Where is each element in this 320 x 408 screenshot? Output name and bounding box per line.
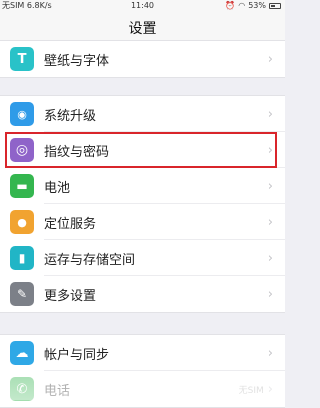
storage-icon: ▮ (10, 246, 34, 270)
chevron-right-icon: › (267, 214, 273, 230)
chevron-right-icon: › (267, 286, 273, 302)
settings-item-label: 电话 (44, 383, 71, 399)
battery-icon (269, 3, 281, 9)
settings-group-system: ◉ 系统升级 › ◎ 指纹与密码 › ▬ 电池 › ● 定位服务 › ▮ 运存与… (0, 95, 285, 313)
sim-status-value: 无SIM (238, 385, 264, 396)
settings-item-system-update[interactable]: ◉ 系统升级 › (0, 96, 285, 132)
chevron-right-icon: › (267, 51, 273, 67)
settings-item-label: 电池 (44, 180, 71, 196)
wrench-icon: ✎ (10, 282, 34, 306)
battery-icon: ▬ (10, 174, 34, 198)
status-bar: 无SIM 6.8K/s 11:40 ⏰ ◠ 53% (0, 0, 285, 12)
settings-item-label: 壁纸与字体 (44, 53, 110, 69)
update-icon: ◉ (10, 102, 34, 126)
settings-item-label: 系统升级 (44, 108, 97, 124)
settings-item-label: 定位服务 (44, 216, 97, 232)
cloud-icon: ☁ (10, 341, 34, 365)
settings-item-account-sync[interactable]: ☁ 帐户与同步 › (0, 335, 285, 371)
chevron-right-icon: › (267, 345, 273, 361)
fingerprint-icon: ◎ (10, 138, 34, 162)
settings-item-label: 更多设置 (44, 288, 97, 304)
wifi-icon: ◠ (238, 1, 246, 10)
chevron-right-icon: › (267, 381, 273, 397)
settings-item-label: 指纹与密码 (44, 144, 110, 160)
settings-item-more-settings[interactable]: ✎ 更多设置 › (0, 276, 285, 312)
battery-percent: 53% (248, 1, 266, 10)
settings-item-location[interactable]: ● 定位服务 › (0, 204, 285, 240)
text-t-icon: T (10, 47, 34, 71)
settings-item-fingerprint-password[interactable]: ◎ 指纹与密码 › (0, 132, 285, 168)
settings-item-phone[interactable]: ✆ 电话 无SIM › (0, 371, 285, 407)
settings-item-battery[interactable]: ▬ 电池 › (0, 168, 285, 204)
settings-group-display: T 壁纸与字体 › (0, 40, 285, 78)
settings-item-label: 帐户与同步 (44, 347, 110, 363)
chevron-right-icon: › (267, 178, 273, 194)
alarm-icon: ⏰ (225, 1, 236, 10)
chevron-right-icon: › (267, 250, 273, 266)
settings-group-accounts: ☁ 帐户与同步 › ✆ 电话 无SIM › (0, 334, 285, 408)
phone-icon: ✆ (10, 377, 34, 401)
location-icon: ● (10, 210, 34, 234)
chevron-right-icon: › (267, 142, 273, 158)
settings-item-storage[interactable]: ▮ 运存与存储空间 › (0, 240, 285, 276)
chevron-right-icon: › (267, 106, 273, 122)
settings-item-label: 运存与存储空间 (44, 252, 136, 268)
settings-item-wallpaper-font[interactable]: T 壁纸与字体 › (0, 41, 285, 77)
status-right: ⏰ ◠ 53% (225, 0, 281, 12)
